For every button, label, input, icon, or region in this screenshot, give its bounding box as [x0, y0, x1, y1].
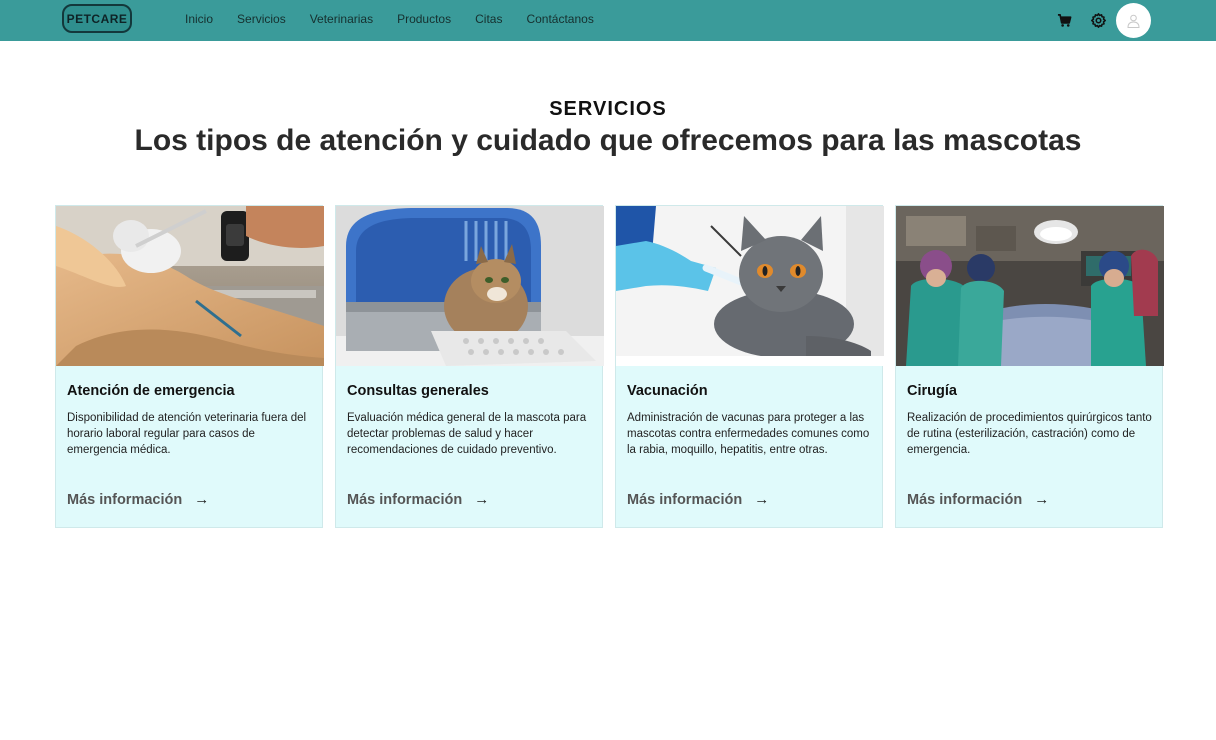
card-image — [336, 206, 604, 366]
nav-link-veterinarias[interactable]: Veterinarias — [310, 12, 373, 26]
section-label: SERVICIOS — [549, 98, 667, 120]
user-avatar[interactable] — [1116, 3, 1151, 38]
more-info-label: Más información — [627, 491, 743, 508]
petcare-logo[interactable]: PETCARE — [62, 4, 132, 33]
arrow-right-icon: → — [1034, 491, 1050, 508]
more-info-link[interactable]: Más información → — [627, 491, 769, 508]
arrow-right-icon: → — [754, 491, 770, 508]
more-info-link[interactable]: Más información → — [347, 491, 489, 508]
more-info-link[interactable]: Más información → — [907, 491, 1049, 508]
card-description: Realización de procedimientos quirúrgico… — [907, 412, 1152, 456]
service-card-consults: Consultas generales Evaluación médica ge… — [335, 205, 604, 528]
gear-icon[interactable] — [1089, 11, 1107, 29]
card-title: Consultas generales — [347, 383, 489, 399]
more-info-label: Más información — [67, 491, 183, 508]
card-title: Atención de emergencia — [67, 383, 235, 399]
card-title: Cirugía — [907, 383, 957, 399]
card-description: Administración de vacunas para proteger … — [627, 412, 870, 456]
more-info-link[interactable]: Más información → — [67, 491, 209, 508]
card-description: Evaluación médica general de la mascota … — [347, 412, 587, 456]
more-info-label: Más información — [347, 491, 463, 508]
service-card-surgery: Cirugía Realización de procedimientos qu… — [895, 205, 1164, 528]
cart-icon[interactable] — [1055, 11, 1073, 29]
more-info-label: Más información — [907, 491, 1023, 508]
card-image — [896, 206, 1164, 366]
nav-link-servicios[interactable]: Servicios — [237, 12, 286, 26]
card-image — [616, 206, 884, 366]
card-image — [56, 206, 324, 366]
arrow-right-icon: → — [194, 491, 210, 508]
user-icon — [1127, 14, 1140, 28]
service-card-vaccination: Vacunación Administración de vacunas par… — [615, 205, 884, 528]
section-title: Los tipos de atención y cuidado que ofre… — [134, 124, 1082, 157]
nav-link-citas[interactable]: Citas — [475, 12, 502, 26]
service-cards: Atención de emergencia Disponibilidad de… — [55, 205, 1164, 528]
service-card-emergency: Atención de emergencia Disponibilidad de… — [55, 205, 324, 528]
nav-link-productos[interactable]: Productos — [397, 12, 451, 26]
nav-link-inicio[interactable]: Inicio — [185, 12, 213, 26]
main-nav: Inicio Servicios Veterinarias Productos … — [185, 12, 594, 26]
nav-link-contactanos[interactable]: Contáctanos — [526, 12, 593, 26]
logo-text: PETCARE — [66, 11, 128, 26]
arrow-right-icon: → — [474, 491, 490, 508]
card-description: Disponibilidad de atención veterinaria f… — [67, 412, 307, 456]
top-navbar: PETCARE Inicio Servicios Veterinarias Pr… — [0, 0, 1216, 41]
card-title: Vacunación — [627, 383, 708, 399]
